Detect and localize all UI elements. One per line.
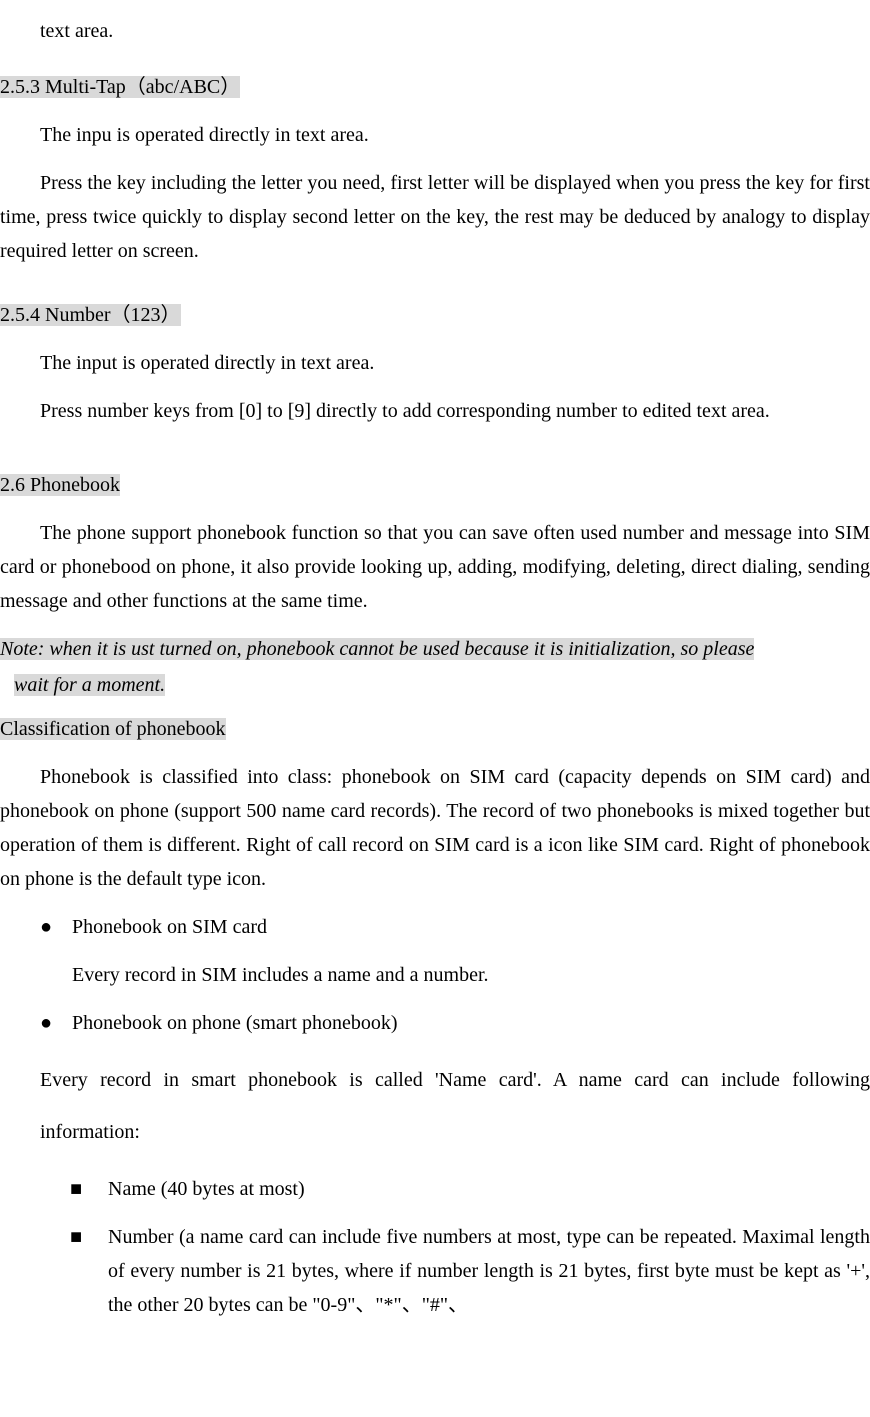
fragment-top: text area. — [0, 14, 870, 48]
bullet-sim-label: Phonebook on SIM card — [72, 916, 267, 938]
note-text-1: Note: when it is ust turned on, phoneboo… — [0, 638, 754, 660]
bullet-phone: Phonebook on phone (smart phonebook) — [0, 1006, 870, 1040]
p-namecard-intro: Every record in smart phonebook is calle… — [0, 1054, 870, 1158]
heading-2-5-3-text: 2.5.3 Multi-Tap（abc/ABC） — [0, 76, 240, 98]
p-2-6-intro: The phone support phonebook function so … — [0, 516, 870, 618]
heading-2-5-3: 2.5.3 Multi-Tap（abc/ABC） — [0, 70, 870, 104]
square-number: Number (a name card can include five num… — [0, 1220, 870, 1322]
square-number-text: Number (a name card can include five num… — [108, 1226, 870, 1316]
p-2-5-3-b: Press the key including the letter you n… — [0, 166, 870, 268]
bullet-list-2: Phonebook on phone (smart phonebook) — [0, 1006, 870, 1040]
p-2-5-4-b: Press number keys from [0] to [9] direct… — [0, 394, 870, 428]
bullet-sim-desc: Every record in SIM includes a name and … — [0, 958, 870, 992]
note-line-1: Note: when it is ust turned on, phoneboo… — [0, 632, 870, 666]
p-classification: Phonebook is classified into class: phon… — [0, 760, 870, 896]
square-list: Name (40 bytes at most) Number (a name c… — [0, 1172, 870, 1322]
bullet-sim: Phonebook on SIM card — [0, 910, 870, 944]
bullet-list: Phonebook on SIM card — [0, 910, 870, 944]
p-2-5-4-a: The input is operated directly in text a… — [0, 346, 870, 380]
heading-2-5-4: 2.5.4 Number（123） — [0, 298, 870, 332]
square-name-text: Name (40 bytes at most) — [108, 1178, 305, 1200]
heading-2-6-text: 2.6 Phonebook — [0, 474, 120, 496]
p-2-5-3-a: The inpu is operated directly in text ar… — [0, 118, 870, 152]
heading-classification: Classification of phonebook — [0, 712, 870, 746]
note-line-2: wait for a moment. — [0, 668, 870, 702]
square-name: Name (40 bytes at most) — [0, 1172, 870, 1206]
bullet-phone-label: Phonebook on phone (smart phonebook) — [72, 1012, 398, 1034]
heading-2-5-4-text: 2.5.4 Number（123） — [0, 304, 181, 326]
heading-classification-text: Classification of phonebook — [0, 718, 226, 740]
heading-2-6: 2.6 Phonebook — [0, 468, 870, 502]
note-text-2: wait for a moment. — [14, 674, 165, 696]
